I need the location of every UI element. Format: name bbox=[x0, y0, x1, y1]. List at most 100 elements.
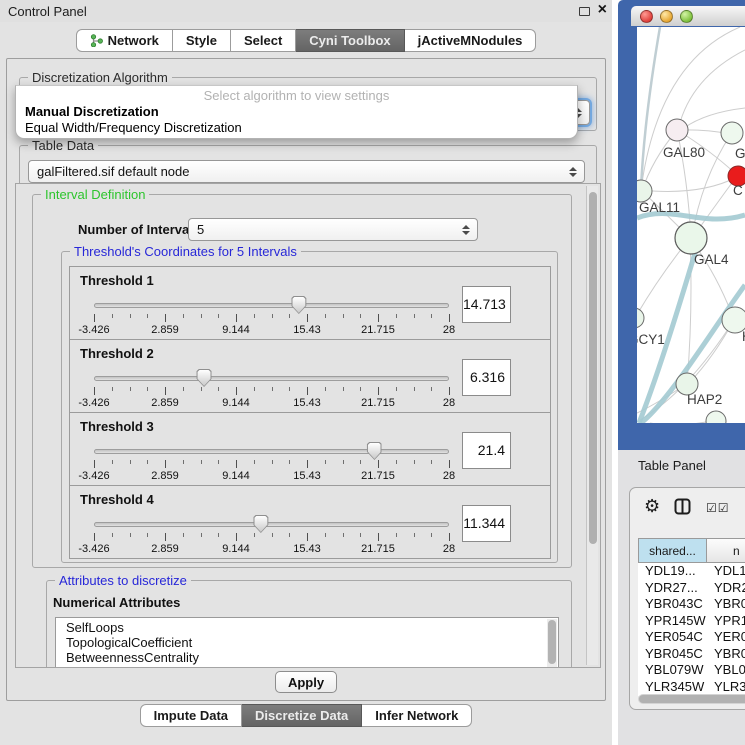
network-canvas[interactable]: GAL80 GA C GAL11 GAL4 GCY1 H HAP2 bbox=[637, 27, 745, 423]
tab-label: Infer Network bbox=[375, 705, 458, 726]
table-cell[interactable]: YER054C bbox=[638, 629, 707, 646]
cyni-toolbox-panel: Discretization Algorithm Select algorith… bbox=[6, 58, 606, 701]
list-scrollbar[interactable] bbox=[547, 619, 557, 667]
table-cell[interactable]: YDR2 bbox=[707, 580, 745, 597]
bottom-tab-bar: Impute Data Discretize Data Infer Networ… bbox=[0, 704, 612, 727]
tick-mark bbox=[218, 387, 219, 391]
table-row[interactable]: YER054CYER0 bbox=[638, 629, 745, 646]
tick-mark bbox=[201, 387, 202, 391]
table-row[interactable]: YDR27...YDR2 bbox=[638, 580, 745, 597]
float-icon[interactable] bbox=[579, 7, 590, 16]
numerical-attributes-list[interactable]: SelfLoopsTopologicalCoefficientBetweenne… bbox=[55, 617, 559, 668]
table-cell[interactable]: YBR0 bbox=[707, 596, 745, 613]
column-header-shared[interactable]: shared... bbox=[638, 538, 707, 563]
tick-mark bbox=[254, 460, 255, 464]
table-row[interactable]: YBR043CYBR0 bbox=[638, 596, 745, 613]
table-cell[interactable]: YBR0 bbox=[707, 646, 745, 663]
tab-discretize-data[interactable]: Discretize Data bbox=[242, 704, 362, 727]
threshold-value-field[interactable]: 6.316 bbox=[462, 359, 511, 396]
threshold-slider[interactable]: -3.4262.8599.14415.4321.71528 bbox=[94, 447, 449, 485]
number-of-intervals-select[interactable]: 5 bbox=[188, 218, 478, 241]
table-data-select[interactable]: galFiltered.sif default node bbox=[28, 160, 585, 183]
table-cell[interactable]: YLR3 bbox=[707, 679, 745, 696]
tab-jactivemnodules[interactable]: jActiveMNodules bbox=[405, 29, 537, 52]
tab-select[interactable]: Select bbox=[231, 29, 296, 52]
column-header-name[interactable]: n bbox=[707, 538, 745, 563]
select-columns-icon[interactable]: ☑☑ bbox=[706, 501, 730, 515]
table-row[interactable]: YPR145WYPR1 bbox=[638, 613, 745, 630]
settings-scrollbar[interactable] bbox=[586, 186, 598, 665]
node-gal4[interactable] bbox=[675, 222, 707, 254]
table-cell[interactable]: YBR045C bbox=[638, 646, 707, 663]
tab-label: Cyni Toolbox bbox=[309, 30, 390, 51]
threshold-value-field[interactable]: 14.713 bbox=[462, 286, 511, 323]
tick-mark bbox=[360, 533, 361, 537]
tick-mark bbox=[165, 533, 166, 541]
table-hscrollbar[interactable] bbox=[638, 694, 745, 704]
node-gal80[interactable] bbox=[666, 119, 688, 141]
node-gcy1[interactable] bbox=[637, 308, 644, 328]
tick-mark bbox=[307, 533, 308, 541]
dropdown-option-equal-width[interactable]: Equal Width/Frequency Discretization bbox=[16, 120, 577, 136]
tab-impute-data[interactable]: Impute Data bbox=[140, 704, 242, 727]
table-cell[interactable]: YER0 bbox=[707, 629, 745, 646]
dropdown-option-manual[interactable]: Manual Discretization bbox=[16, 104, 577, 120]
attribute-list-item[interactable]: SelfLoops bbox=[56, 620, 546, 635]
tick-mark bbox=[325, 533, 326, 537]
threshold-slider[interactable]: -3.4262.8599.14415.4321.71528 bbox=[94, 374, 449, 412]
threshold-value-field[interactable]: 11.344 bbox=[462, 505, 511, 542]
tab-infer-network[interactable]: Infer Network bbox=[362, 704, 472, 727]
tick-mark bbox=[414, 387, 415, 391]
table-cell[interactable]: YLR345W bbox=[638, 679, 707, 696]
attribute-list-item[interactable]: BetweennessCentrality bbox=[56, 650, 546, 665]
slider-thumb[interactable] bbox=[197, 369, 212, 387]
tick-mark bbox=[396, 314, 397, 318]
network-icon bbox=[90, 34, 103, 47]
columns-icon[interactable] bbox=[674, 498, 691, 515]
table-toolbar: ⚙ ☑☑ bbox=[630, 488, 745, 532]
slider-thumb[interactable] bbox=[291, 296, 306, 314]
threshold-slider[interactable]: -3.4262.8599.14415.4321.71528 bbox=[94, 301, 449, 339]
threshold-value-field[interactable]: 21.4 bbox=[462, 432, 511, 469]
slider-track[interactable] bbox=[94, 522, 449, 527]
close-icon[interactable]: × bbox=[598, 1, 607, 19]
table-cell[interactable]: YDL1 bbox=[707, 563, 745, 580]
slider-thumb[interactable] bbox=[367, 442, 382, 460]
slider-track[interactable] bbox=[94, 303, 449, 308]
gear-icon[interactable]: ⚙ bbox=[644, 496, 660, 517]
slider-thumb[interactable] bbox=[253, 515, 268, 533]
minimize-traffic-light-icon[interactable] bbox=[660, 10, 673, 23]
table-cell[interactable]: YBL0 bbox=[707, 662, 745, 679]
attribute-list-item[interactable]: TopologicalCoefficient bbox=[56, 635, 546, 650]
threshold-slider[interactable]: -3.4262.8599.14415.4321.71528 bbox=[94, 520, 449, 558]
table-hscrollbar-thumb[interactable] bbox=[639, 695, 745, 703]
tick-mark bbox=[165, 460, 166, 468]
slider-track[interactable] bbox=[94, 449, 449, 454]
control-panel-titlebar: Control Panel × bbox=[0, 0, 612, 22]
tab-style[interactable]: Style bbox=[173, 29, 231, 52]
tab-cyni-toolbox[interactable]: Cyni Toolbox bbox=[296, 29, 404, 52]
table-row[interactable]: YLR345WYLR3 bbox=[638, 679, 745, 696]
tab-network[interactable]: Network bbox=[76, 29, 173, 52]
table-row[interactable]: YDL19...YDL1 bbox=[638, 563, 745, 580]
list-scrollbar-thumb[interactable] bbox=[548, 620, 556, 664]
node-bottom[interactable] bbox=[706, 411, 726, 423]
table-cell[interactable]: YBL079W bbox=[638, 662, 707, 679]
tick-mark bbox=[307, 314, 308, 322]
slider-track[interactable] bbox=[94, 376, 449, 381]
table-cell[interactable]: YBR043C bbox=[638, 596, 707, 613]
zoom-traffic-light-icon[interactable] bbox=[680, 10, 693, 23]
table-cell[interactable]: YPR145W bbox=[638, 613, 707, 630]
table-cell[interactable]: YPR1 bbox=[707, 613, 745, 630]
table-row[interactable]: YBR045CYBR0 bbox=[638, 646, 745, 663]
network-view-window[interactable]: GAL80 GA C GAL11 GAL4 GCY1 H HAP2 bbox=[618, 0, 745, 450]
settings-scrollbar-thumb[interactable] bbox=[589, 192, 597, 544]
node-top-right[interactable] bbox=[721, 122, 743, 144]
close-traffic-light-icon[interactable] bbox=[640, 10, 653, 23]
table-cell[interactable]: YDL19... bbox=[638, 563, 707, 580]
tick-mark bbox=[325, 387, 326, 391]
table-row[interactable]: YBL079WYBL0 bbox=[638, 662, 745, 679]
tick-mark bbox=[378, 314, 379, 322]
apply-button[interactable]: Apply bbox=[275, 671, 337, 693]
table-cell[interactable]: YDR27... bbox=[638, 580, 707, 597]
